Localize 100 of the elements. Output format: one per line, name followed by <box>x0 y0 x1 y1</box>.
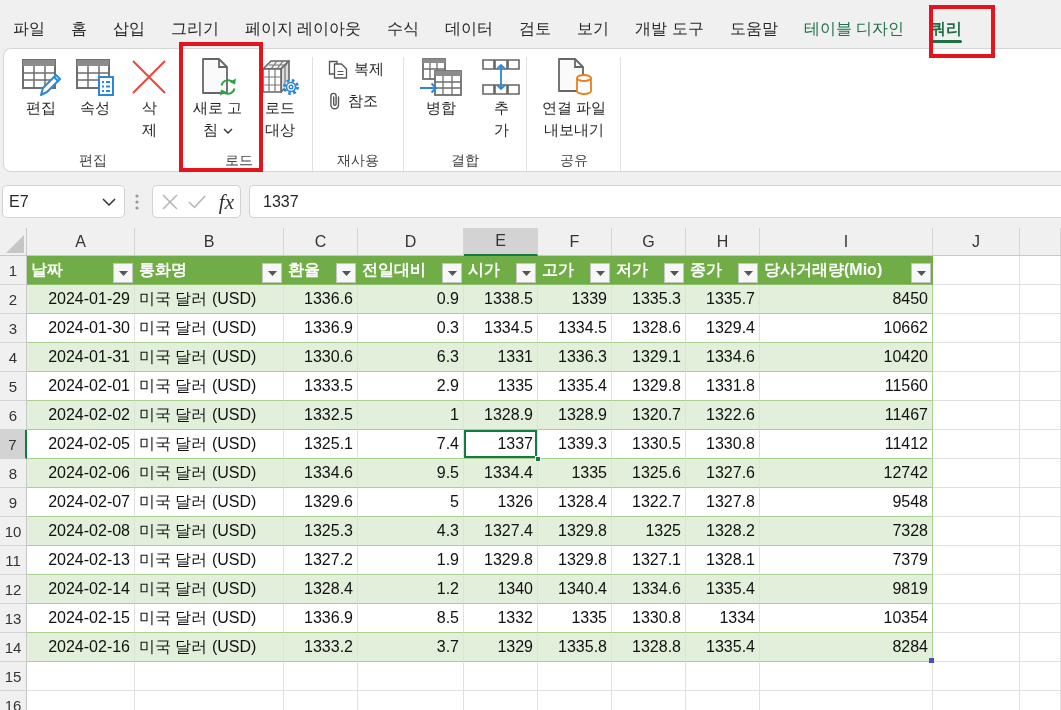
row-header[interactable]: 5 <box>0 372 27 401</box>
ribbon-tab[interactable]: 수식 <box>374 0 433 46</box>
column-header[interactable]: F <box>538 228 612 256</box>
properties-button[interactable]: 속성 <box>70 57 120 119</box>
header-label: 종가 <box>690 259 722 280</box>
table-cell: 0.9 <box>358 285 464 314</box>
column-header[interactable]: D <box>358 228 464 256</box>
delete-button[interactable]: 삭 제 <box>124 57 174 141</box>
ribbon-tab[interactable]: 홈 <box>58 0 100 46</box>
merge-button[interactable]: 병합 <box>414 57 468 119</box>
table-cell: 11412 <box>760 430 933 459</box>
column-header[interactable]: I <box>760 228 933 256</box>
ribbon-tab[interactable]: 검토 <box>506 0 565 46</box>
duplicate-button[interactable]: 복제 <box>328 57 384 81</box>
row-header[interactable]: 3 <box>0 314 27 343</box>
table-cell: 미국 달러 (USD) <box>135 285 284 314</box>
edit-button[interactable]: 편집 <box>16 57 66 119</box>
ribbon-tab[interactable]: 도움말 <box>716 0 791 46</box>
table-cell: 1334.6 <box>284 459 358 488</box>
row-header[interactable]: 14 <box>0 633 27 662</box>
table-cell: 1330.6 <box>284 343 358 372</box>
ribbon-tab[interactable]: 데이터 <box>432 0 507 46</box>
formula-input[interactable]: 1337 <box>249 185 1061 218</box>
row-header[interactable]: 6 <box>0 401 27 430</box>
refresh-button[interactable]: 새로 고 침 <box>188 57 248 141</box>
filter-button[interactable] <box>262 263 282 283</box>
table-cell: 2024-02-07 <box>27 488 135 517</box>
insert-function-button[interactable]: fx <box>216 189 236 214</box>
table-cell: 1326 <box>464 488 538 517</box>
group-label: 공유 <box>559 151 588 170</box>
header-label: 전일대비 <box>362 259 426 280</box>
fill-handle[interactable] <box>535 456 541 462</box>
table-cell: 1335.4 <box>686 575 760 604</box>
table-cell: 4.3 <box>358 517 464 546</box>
append-button[interactable]: 추 가 <box>476 57 526 141</box>
table-cell: 미국 달러 (USD) <box>135 633 284 662</box>
table-cell: 11560 <box>760 372 933 401</box>
row-header[interactable]: 4 <box>0 343 27 372</box>
table-cell: 1335 <box>464 372 538 401</box>
row-header[interactable]: 11 <box>0 546 27 575</box>
header-label: 통화명 <box>139 259 187 280</box>
column-header[interactable]: G <box>612 228 686 256</box>
drag-handle-icon[interactable] <box>135 193 139 210</box>
filter-button[interactable] <box>113 263 133 283</box>
ribbon-tab[interactable]: 테이블 디자인 <box>790 0 918 46</box>
row-header[interactable]: 1 <box>0 256 27 285</box>
column-header[interactable]: E <box>464 228 538 256</box>
column-header[interactable]: A <box>27 228 135 256</box>
table-cell: 1333.5 <box>284 372 358 401</box>
column-header[interactable]: C <box>284 228 358 256</box>
table-cell: 2024-01-30 <box>27 314 135 343</box>
filter-button[interactable] <box>336 263 356 283</box>
column-header[interactable]: H <box>686 228 760 256</box>
table-cell: 1336.3 <box>538 343 612 372</box>
ribbon-tab[interactable]: 삽입 <box>100 0 158 46</box>
table-cell: 2024-02-16 <box>27 633 135 662</box>
column-header[interactable]: J <box>933 228 1020 256</box>
table-cell: 1 <box>358 401 464 430</box>
column-header[interactable]: B <box>135 228 284 256</box>
filter-button[interactable] <box>911 263 931 283</box>
table-cell: 미국 달러 (USD) <box>135 546 284 575</box>
table-cell: 1322.7 <box>612 488 686 517</box>
ribbon-tab[interactable]: 보기 <box>564 0 623 46</box>
filter-button[interactable] <box>664 263 684 283</box>
ribbon-tab[interactable]: 페이지 레이아웃 <box>232 0 375 46</box>
row-header[interactable]: 16 <box>0 691 27 710</box>
row-header[interactable]: 7 <box>0 430 27 459</box>
row-header[interactable]: 2 <box>0 285 27 314</box>
table-cell: 미국 달러 (USD) <box>135 314 284 343</box>
name-box-field[interactable]: E7 <box>2 185 125 218</box>
row-header[interactable]: 8 <box>0 459 27 488</box>
table-cell: 1.2 <box>358 575 464 604</box>
ribbon-tab[interactable]: 그리기 <box>158 0 232 46</box>
ribbon-tab[interactable]: 파일 <box>0 0 58 46</box>
load-to-button[interactable]: 로드 대상 <box>255 57 306 141</box>
table-cell: 1327.1 <box>612 546 686 575</box>
table-cell: 5 <box>358 488 464 517</box>
resize-handle[interactable] <box>929 658 934 663</box>
ribbon-tab[interactable]: 개발 도구 <box>622 0 717 46</box>
filter-button[interactable] <box>516 263 536 283</box>
filter-button[interactable] <box>590 263 610 283</box>
header-label: 환율 <box>288 259 320 280</box>
header-label: 시가 <box>468 259 500 280</box>
table-cell: 2024-01-31 <box>27 343 135 372</box>
table-cell: 0.3 <box>358 314 464 343</box>
table-cell: 2024-02-14 <box>27 575 135 604</box>
filter-button[interactable] <box>738 263 758 283</box>
export-button[interactable]: 연결 파일 내보내기 <box>537 57 612 141</box>
caret-icon <box>916 270 926 276</box>
reference-button[interactable]: 참조 <box>328 89 378 113</box>
table-cell: 미국 달러 (USD) <box>135 401 284 430</box>
check-icon[interactable] <box>188 194 207 209</box>
row-header[interactable]: 10 <box>0 517 27 546</box>
filter-button[interactable] <box>442 263 462 283</box>
row-header[interactable]: 12 <box>0 575 27 604</box>
row-header[interactable]: 15 <box>0 662 27 691</box>
row-header[interactable]: 9 <box>0 488 27 517</box>
row-header[interactable]: 13 <box>0 604 27 633</box>
table-cell: 1334.6 <box>686 343 760 372</box>
table-cell: 2024-02-15 <box>27 604 135 633</box>
